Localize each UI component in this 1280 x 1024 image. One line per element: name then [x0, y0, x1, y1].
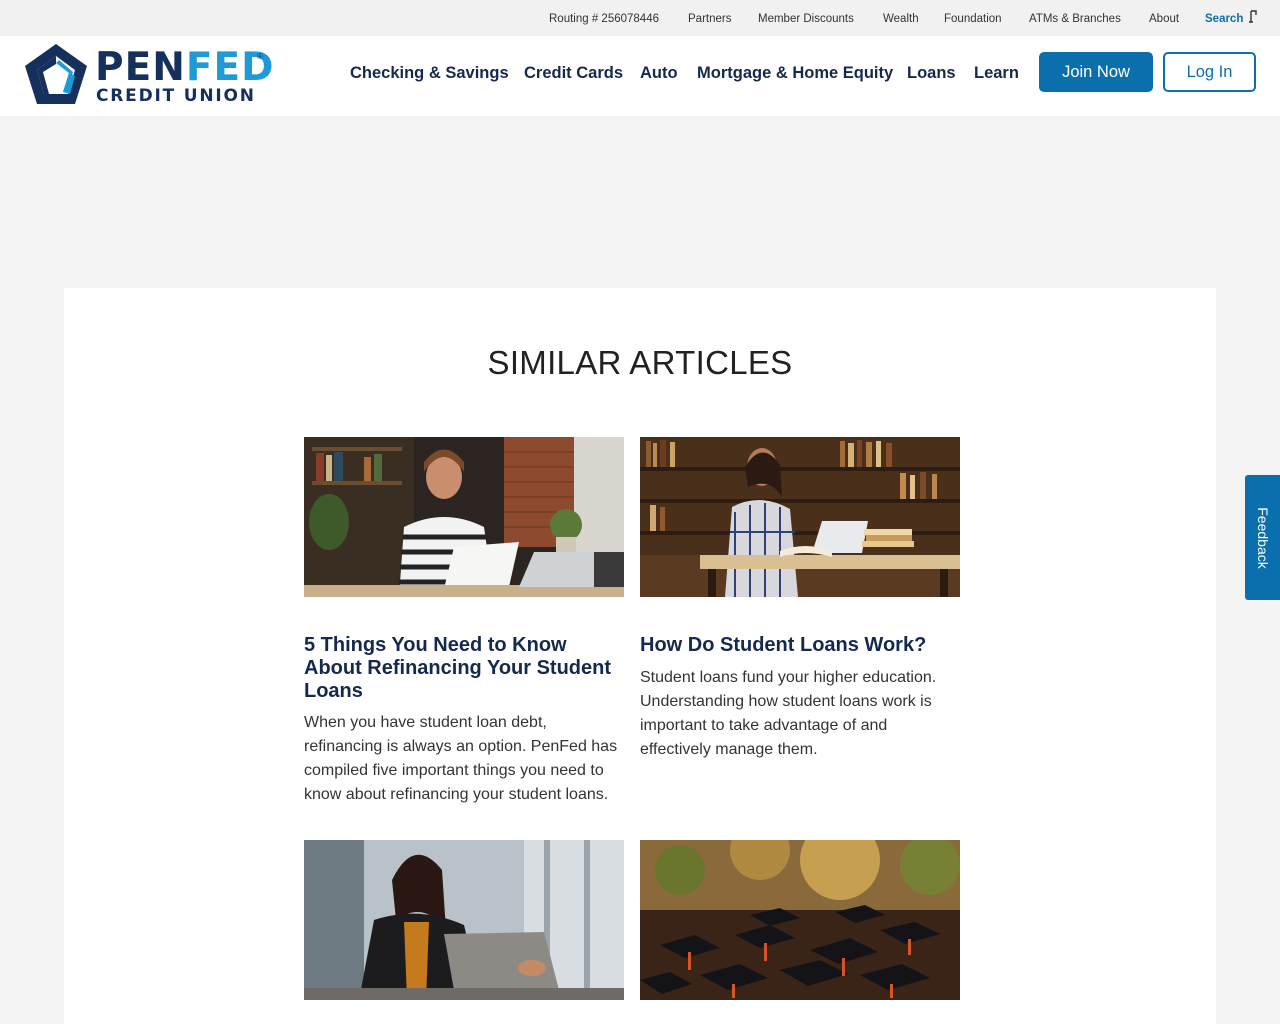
- article-image-refinancing[interactable]: [304, 437, 624, 597]
- feedback-tab[interactable]: Feedback: [1245, 475, 1280, 600]
- penfed-logo[interactable]: PENFED ® CREDIT UNION: [23, 42, 274, 106]
- routing-number: Routing # 256078446: [549, 13, 659, 25]
- utility-link-about[interactable]: About: [1149, 13, 1179, 25]
- utility-link-wealth[interactable]: Wealth: [883, 13, 919, 25]
- log-in-button[interactable]: Log In: [1163, 52, 1256, 92]
- article-image-graduation[interactable]: [640, 840, 960, 1000]
- article-title-student-loans[interactable]: How Do Student Loans Work?: [640, 634, 960, 657]
- magnifier-icon[interactable]: [1248, 9, 1260, 25]
- nav-auto[interactable]: Auto: [640, 64, 678, 83]
- similar-articles-section: SIMILAR ARTICLES 5 Things You Need to Kn…: [64, 288, 1216, 1024]
- main-header: PENFED ® CREDIT UNION Checking & Savings…: [0, 36, 1280, 116]
- utility-link-partners[interactable]: Partners: [688, 13, 731, 25]
- nav-loans[interactable]: Loans: [907, 64, 956, 83]
- utility-link-member-discounts[interactable]: Member Discounts: [758, 13, 854, 25]
- article-image-student-loans[interactable]: [640, 437, 960, 597]
- logo-wordmark: PENFED: [95, 45, 275, 90]
- utility-bar: Routing # 256078446 Partners Member Disc…: [0, 0, 1280, 36]
- search-link[interactable]: Search: [1205, 13, 1243, 25]
- join-now-button[interactable]: Join Now: [1039, 52, 1153, 92]
- logo-subtitle: CREDIT UNION: [96, 86, 256, 106]
- nav-mortgage-home-equity[interactable]: Mortgage & Home Equity: [697, 64, 893, 83]
- section-heading: SIMILAR ARTICLES: [487, 344, 793, 381]
- logo-registered-mark: ®: [257, 52, 263, 61]
- nav-credit-cards[interactable]: Credit Cards: [524, 64, 623, 83]
- utility-link-foundation[interactable]: Foundation: [944, 13, 1002, 25]
- feedback-label: Feedback: [1254, 506, 1271, 569]
- article-description-student-loans: Student loans fund your higher education…: [640, 669, 937, 758]
- utility-link-atms-branches[interactable]: ATMs & Branches: [1029, 13, 1121, 25]
- article-image-woman-laptop[interactable]: [304, 840, 624, 1000]
- pentagon-logo-icon: [25, 44, 87, 104]
- article-description-refinancing: When you have student loan debt, refinan…: [304, 714, 618, 803]
- nav-learn[interactable]: Learn: [974, 64, 1019, 83]
- nav-checking-savings[interactable]: Checking & Savings: [350, 64, 509, 83]
- article-title-refinancing[interactable]: 5 Things You Need to Know About Refinanc…: [304, 634, 624, 703]
